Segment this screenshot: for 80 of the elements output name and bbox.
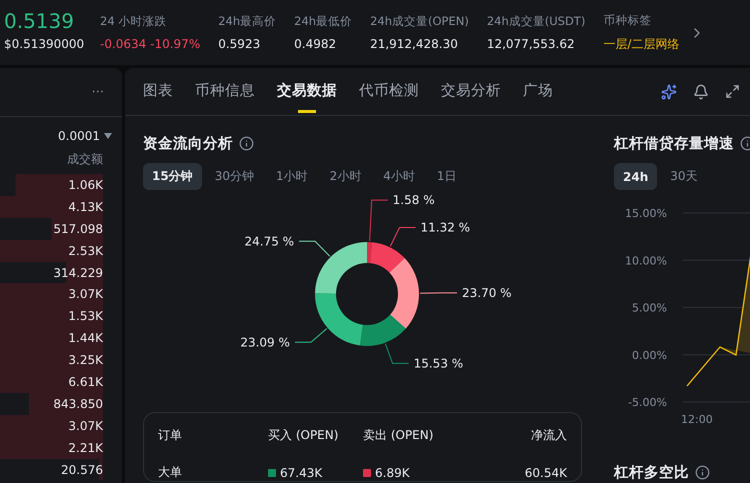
trade-amount: 314.229 <box>53 266 103 280</box>
trade-amount: 6.61K <box>68 374 103 389</box>
trade-amount: 1.06K <box>68 178 103 192</box>
leader-line <box>420 292 458 294</box>
slice-label: 15.53 % <box>414 356 464 370</box>
trade-amount: 2.53K <box>68 244 103 258</box>
stat-value: 12,077,553.62 <box>486 37 576 51</box>
precision-select[interactable]: 0.0001 <box>0 117 122 143</box>
tab[interactable]: 图表 <box>143 68 173 115</box>
slice-label: 23.09 % <box>240 335 290 350</box>
trade-amount: 517.098 <box>53 222 103 236</box>
leader-line <box>294 328 328 343</box>
section-title: 杠杆借贷存量增速 <box>614 134 734 153</box>
axis-label: 15.00% <box>625 207 667 220</box>
last-price: 0.5139 <box>4 8 75 32</box>
tab[interactable]: 交易分析 <box>441 68 501 115</box>
table-cell-text: 大单 <box>158 464 183 481</box>
tab[interactable]: 广场 <box>523 68 553 115</box>
section-title: 资金流向分析 <box>143 134 233 153</box>
tab[interactable]: 币种信息 <box>195 68 255 115</box>
table-cell: 6.89K <box>375 466 410 480</box>
stat-label: 24h最高价 <box>218 14 276 29</box>
axis-label: 10.00% <box>625 254 667 268</box>
table-cell-text: 60.54K <box>524 464 567 481</box>
column-header: 成交额 <box>67 151 104 168</box>
stat-label: 24 小时涨跌 <box>100 14 168 29</box>
section-title: 杠杆多空比 <box>614 464 689 482</box>
period-tab[interactable]: 4小时 <box>374 163 424 190</box>
sell-marker <box>363 468 371 476</box>
axis-label: 0.00% <box>632 348 667 362</box>
trade-amount: 1.53K <box>68 309 103 324</box>
period-tab[interactable]: 1日 <box>428 163 466 190</box>
stat-value: 0.5923 <box>218 37 262 51</box>
stat-value: 一层/二层网络 <box>603 36 680 52</box>
trade-amount: 2.21K <box>68 440 103 455</box>
info-icon[interactable] <box>239 136 254 151</box>
sparkle-icon[interactable] <box>661 84 677 100</box>
tab[interactable]: 代币检测 <box>359 68 419 115</box>
slice-label: 1.58 % <box>392 193 435 208</box>
stat-label: 24h成交量(OPEN) <box>370 14 469 29</box>
stat-value: 21,912,428.30 <box>370 37 459 51</box>
tab[interactable]: 交易数据 <box>277 68 337 115</box>
axis-label: 12:00 <box>681 413 713 426</box>
axis-label: 5.00% <box>632 302 667 314</box>
buy-marker <box>268 468 276 476</box>
trade-amount: 1.44K <box>68 331 103 346</box>
stat-value: 0.4982 <box>294 37 338 51</box>
trade-amount: 4.13K <box>68 200 103 214</box>
column-header: 订单 <box>158 427 183 444</box>
expand-icon[interactable] <box>725 84 740 99</box>
period-tab[interactable]: 24h <box>614 163 658 190</box>
trade-amount: 3.07K <box>68 418 103 433</box>
slice-label: 23.70 % <box>462 286 512 300</box>
period-tab[interactable]: 30分钟 <box>206 163 263 190</box>
period-tab[interactable]: 2小时 <box>320 163 370 190</box>
leader-line <box>384 343 410 364</box>
trade-amount: 843.850 <box>53 396 103 411</box>
usd-price: $0.51390000 <box>4 36 82 50</box>
trade-amount: 3.07K <box>68 287 103 302</box>
info-icon[interactable] <box>695 465 710 480</box>
period-tab[interactable]: 30天 <box>661 163 707 190</box>
axis-label: -5.00% <box>628 396 667 409</box>
stat-value: -0.0634 -10.97% <box>100 37 200 51</box>
caret-icon <box>104 133 112 139</box>
more-button[interactable]: ··· <box>92 84 104 100</box>
period-tab[interactable]: 1小时 <box>266 163 317 190</box>
period-tab[interactable]: 15分钟 <box>143 163 202 190</box>
table-cell: 67.43K <box>280 466 322 480</box>
trade-amount: 3.25K <box>68 353 103 368</box>
leader-line <box>298 240 330 257</box>
bell-icon[interactable] <box>693 84 709 100</box>
slice-label: 11.32 % <box>420 220 470 235</box>
slice-label: 24.75 % <box>244 234 294 248</box>
trade-amount: 20.576 <box>61 462 103 477</box>
stat-label: 24h最低价 <box>294 14 352 29</box>
column-header: 卖出 (OPEN) <box>363 427 434 444</box>
column-header: 净流入 <box>530 427 567 444</box>
column-header: 买入 (OPEN) <box>268 427 340 444</box>
stat-label: 24h成交量(USDT) <box>486 14 586 29</box>
stat-label: 币种标签 <box>603 12 652 28</box>
